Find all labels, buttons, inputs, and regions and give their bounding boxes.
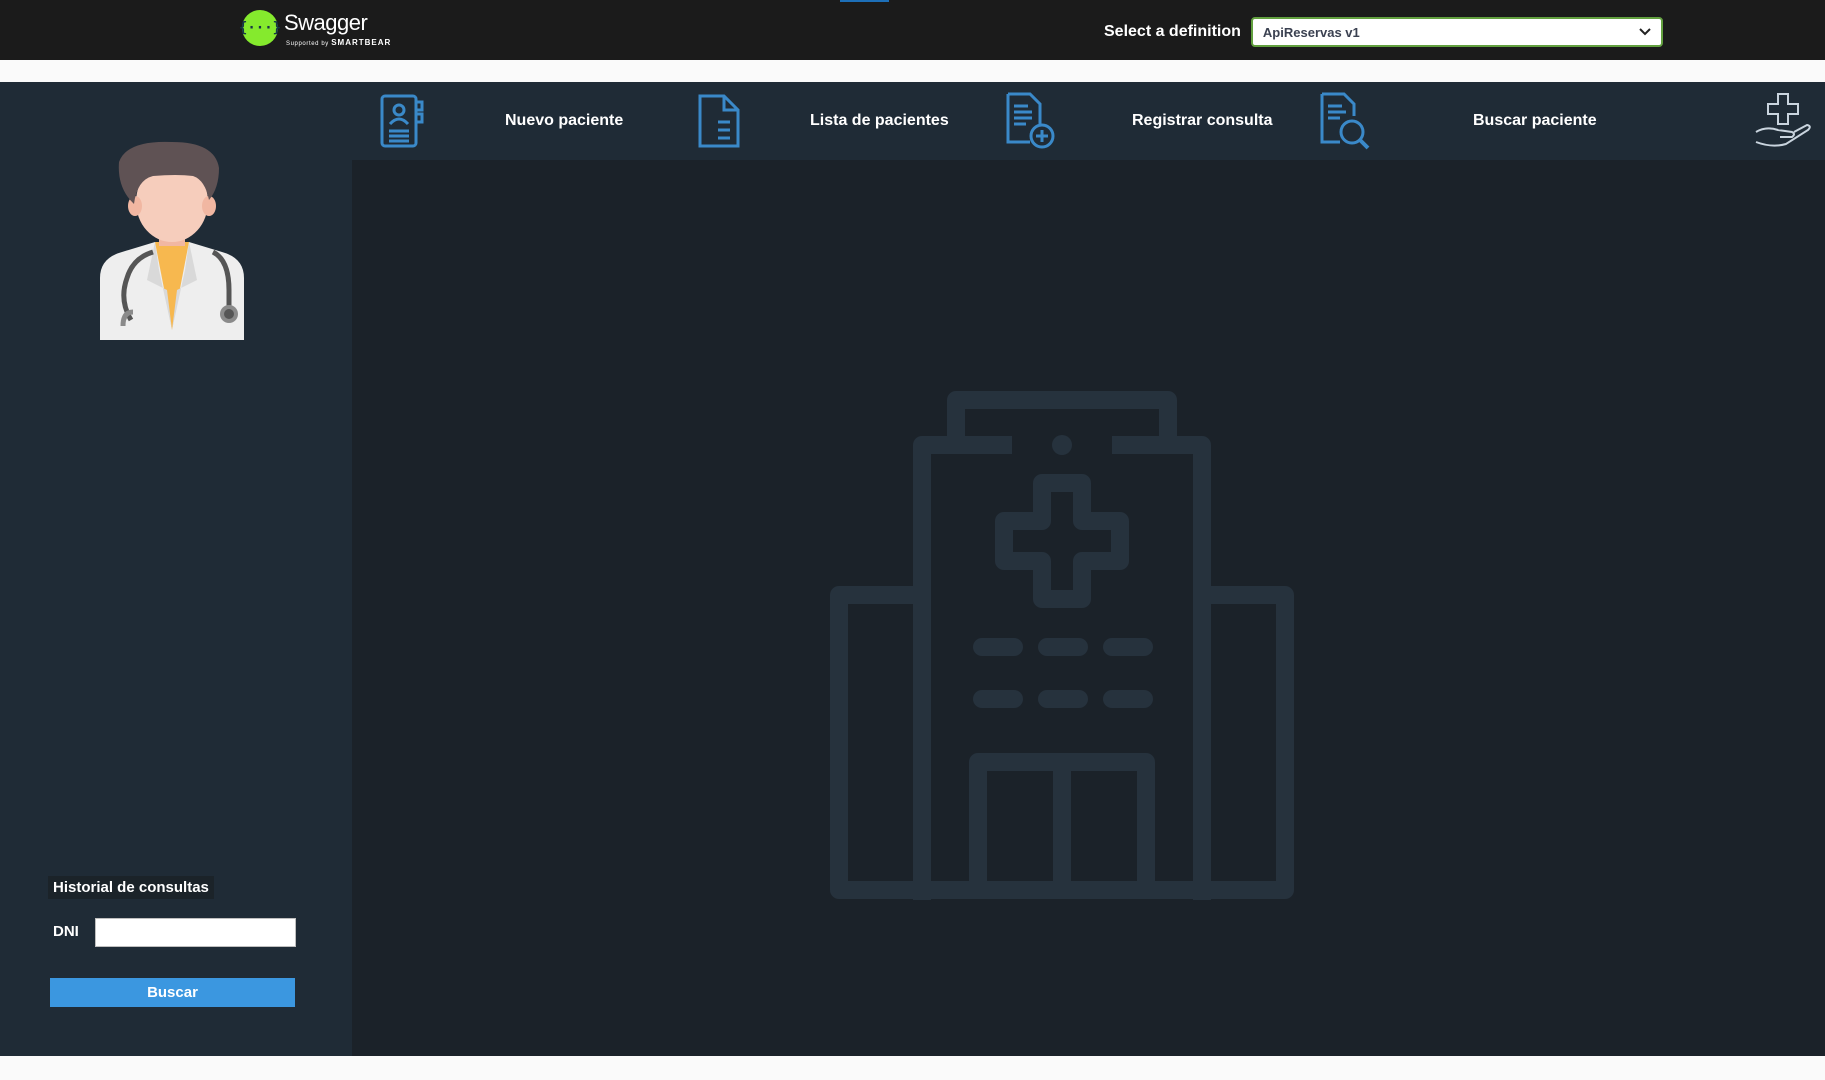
definition-select-value: ApiReservas v1 xyxy=(1262,24,1360,40)
chevron-down-icon xyxy=(1639,28,1651,36)
app-area: Historial de consultas DNI Buscar Nuevo … xyxy=(0,82,1825,1056)
swagger-logo-subtitle: Supported by SMARTBEAR xyxy=(286,38,392,47)
document-add-icon xyxy=(1006,92,1055,149)
active-tab-indicator xyxy=(840,0,889,2)
patient-record-icon xyxy=(380,94,424,148)
document-list-icon xyxy=(698,94,740,148)
nav-item-nuevo-paciente[interactable]: Nuevo paciente xyxy=(372,82,623,160)
hospital-building-icon xyxy=(830,391,1294,900)
definition-selector: Select a definition ApiReservas v1 xyxy=(1104,17,1663,47)
sidebar: Historial de consultas DNI Buscar xyxy=(0,82,352,1056)
nav-item-lista-pacientes[interactable]: Lista de pacientes xyxy=(688,82,949,160)
doctor-avatar-icon xyxy=(100,141,244,340)
dni-input[interactable] xyxy=(95,918,296,947)
nav-item-label: Lista de pacientes xyxy=(810,112,949,129)
history-title: Historial de consultas xyxy=(48,876,214,899)
document-search-icon xyxy=(1320,92,1370,150)
top-nav: Nuevo paciente Lista de pacientes Regist… xyxy=(352,82,1825,160)
swagger-logo-icon: {···} xyxy=(239,10,281,46)
swagger-topbar: {···} Swagger Supported by SMARTBEAR Sel… xyxy=(0,0,1825,60)
nav-item-label: Registrar consulta xyxy=(1132,112,1273,129)
nav-item-buscar-paciente[interactable]: Buscar paciente xyxy=(1314,82,1597,160)
hand-medical-cross-icon xyxy=(1755,93,1811,147)
nav-item-label: Buscar paciente xyxy=(1473,112,1597,129)
main-content xyxy=(352,160,1825,1056)
page-footer xyxy=(0,1056,1825,1080)
swagger-logo-name: Swagger xyxy=(284,10,368,35)
nav-item-label: Nuevo paciente xyxy=(505,112,624,129)
definition-label: Select a definition xyxy=(1104,23,1241,40)
dni-label: DNI xyxy=(53,923,79,940)
swagger-logo[interactable]: {···} Swagger Supported by SMARTBEAR xyxy=(239,10,392,47)
search-button[interactable]: Buscar xyxy=(50,978,295,1007)
nav-item-registrar-consulta[interactable]: Registrar consulta xyxy=(1000,82,1272,160)
definition-select[interactable]: ApiReservas v1 xyxy=(1250,17,1663,47)
